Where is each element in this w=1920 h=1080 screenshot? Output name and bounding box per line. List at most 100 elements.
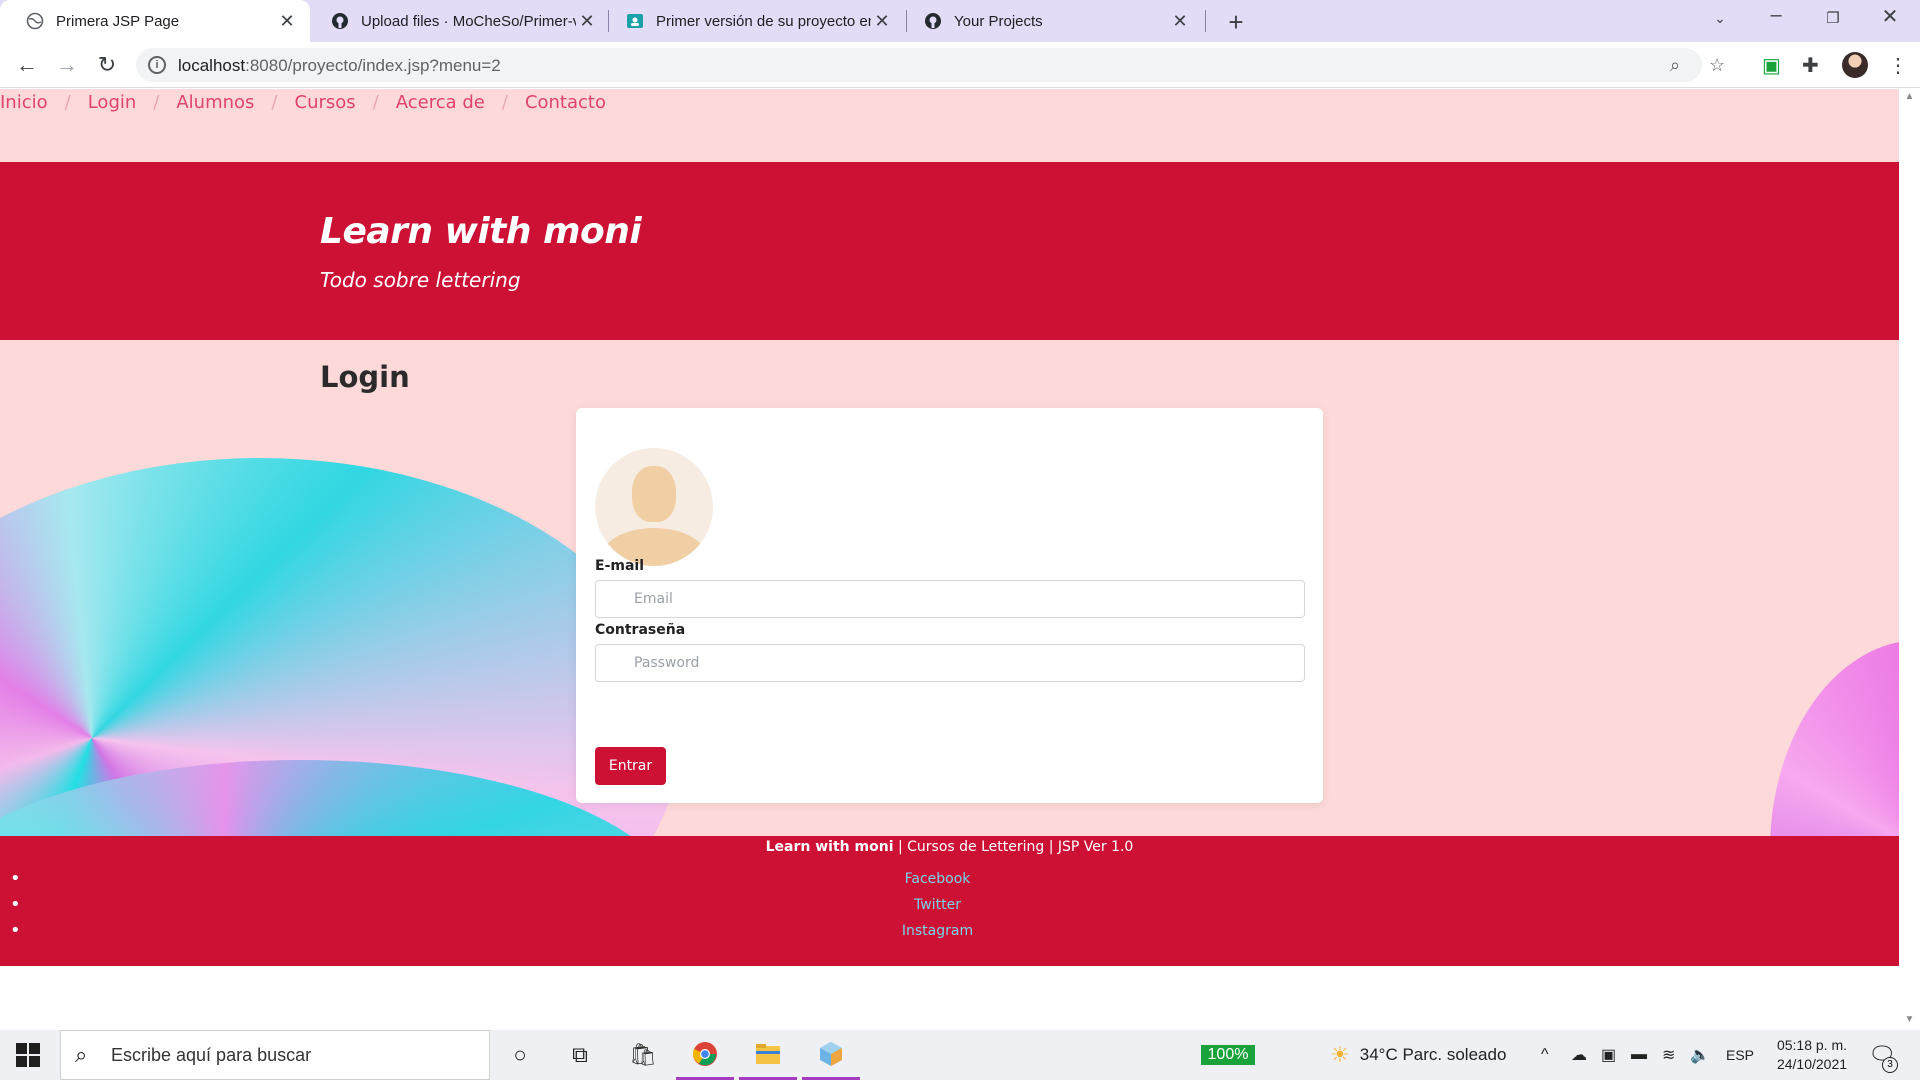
new-tab-button[interactable]: + xyxy=(1222,7,1250,38)
breadcrumb-separator: / xyxy=(271,92,278,113)
windows-start-icon[interactable] xyxy=(16,1043,40,1067)
file-explorer-icon[interactable] xyxy=(739,1030,797,1080)
github-icon xyxy=(924,12,942,30)
password-field[interactable] xyxy=(595,644,1305,682)
classroom-icon xyxy=(626,12,644,30)
notification-count-badge: 3 xyxy=(1882,1057,1898,1073)
page-viewport: Inicio / Login / Alumnos / Cursos / Acer… xyxy=(0,89,1899,1030)
tab-upload-files[interactable]: Upload files · MoCheSo/Primer-v ✕ xyxy=(305,0,610,42)
onedrive-icon[interactable]: ☁ xyxy=(1571,1030,1587,1080)
twitter-link[interactable]: Twitter xyxy=(914,897,961,913)
list-item: Twitter xyxy=(0,894,1899,923)
address-bar[interactable]: i localhost:8080/proyecto/index.jsp?menu… xyxy=(136,48,1725,82)
page-scrollbar[interactable]: ▲ ▼ xyxy=(1899,89,1920,1030)
password-label: Contraseña xyxy=(595,622,686,638)
globe-icon xyxy=(26,12,44,30)
decorative-bubble-image xyxy=(1770,640,1899,836)
forward-arrow-icon[interactable]: → xyxy=(52,50,82,80)
site-info-icon[interactable]: i xyxy=(148,56,166,74)
email-field[interactable] xyxy=(595,580,1305,618)
breadcrumb-separator: / xyxy=(153,92,160,113)
weather-sun-icon: ☀ xyxy=(1330,1042,1350,1067)
close-tab-icon[interactable]: ✕ xyxy=(576,11,598,32)
battery-icon[interactable]: ▬ xyxy=(1631,1030,1647,1080)
breadcrumb-item-contacto[interactable]: Contacto xyxy=(525,92,606,113)
wifi-icon[interactable]: ≋ xyxy=(1662,1030,1675,1080)
back-arrow-icon[interactable]: ← xyxy=(12,50,42,80)
breadcrumb: Inicio / Login / Alumnos / Cursos / Acer… xyxy=(0,92,606,113)
close-tab-icon[interactable]: ✕ xyxy=(871,11,893,32)
breadcrumb-separator: / xyxy=(372,92,379,113)
menu-kebab-icon[interactable]: ⋮ xyxy=(1888,53,1908,78)
breadcrumb-item-alumnos[interactable]: Alumnos xyxy=(176,92,254,113)
weather-widget[interactable]: ☀ 34°C Parc. soleado xyxy=(1330,1030,1506,1080)
scroll-down-icon[interactable]: ▼ xyxy=(1899,1014,1920,1025)
scroll-up-icon[interactable]: ▲ xyxy=(1899,91,1920,102)
footer-brand: Learn with moni xyxy=(765,839,894,855)
windows-taskbar: ⌕ Escribe aquí para buscar ○ ⧉ 🛍 100% ☀ … xyxy=(0,1030,1920,1080)
bookmark-star-icon[interactable]: ☆ xyxy=(1709,55,1725,76)
netbeans-icon[interactable] xyxy=(802,1030,860,1080)
tab-title: Your Projects xyxy=(954,12,1043,30)
tab-primera-jsp-page[interactable]: Primera JSP Page ✕ xyxy=(0,0,310,42)
volume-icon[interactable]: 🔈 xyxy=(1690,1030,1710,1080)
social-links: Facebook Twitter Instagram xyxy=(0,868,1899,949)
url-text[interactable]: localhost:8080/proyecto/index.jsp?menu=2 xyxy=(178,56,501,76)
breadcrumb-item-acerca-de[interactable]: Acerca de xyxy=(396,92,485,113)
tab-search-icon[interactable]: ⌄ xyxy=(1700,10,1740,27)
battery-indicator: 100% xyxy=(1201,1045,1255,1065)
zoom-icon[interactable]: ⌕ xyxy=(1670,55,1680,76)
footer-credits: Learn with moni | Cursos de Lettering | … xyxy=(0,839,1899,855)
restore-button[interactable]: ❐ xyxy=(1813,9,1853,27)
breadcrumb-separator: / xyxy=(501,92,508,113)
site-subtitle: Todo sobre lettering xyxy=(320,268,521,292)
show-hidden-icons-icon[interactable]: ^ xyxy=(1541,1030,1549,1080)
tab-primer-version[interactable]: Primer versión de su proyecto en ✕ xyxy=(600,0,905,42)
login-submit-button[interactable]: Entrar xyxy=(595,747,666,785)
user-avatar-icon xyxy=(595,448,713,566)
taskbar-search-placeholder: Escribe aquí para buscar xyxy=(111,1045,312,1065)
breadcrumb-bar: Inicio / Login / Alumnos / Cursos / Acer… xyxy=(0,89,1899,162)
task-view-icon[interactable]: ⧉ xyxy=(551,1030,609,1080)
taskbar-clock[interactable]: 05:18 p. m. 24/10/2021 xyxy=(1762,1036,1862,1074)
reload-icon[interactable]: ↻ xyxy=(92,50,122,80)
cast-icon[interactable]: ▣ xyxy=(1762,53,1781,78)
store-icon[interactable]: 🛍 xyxy=(614,1030,672,1080)
tab-your-projects[interactable]: Your Projects ✕ xyxy=(898,0,1203,42)
close-tab-icon[interactable]: ✕ xyxy=(1169,11,1191,32)
github-icon xyxy=(331,12,349,30)
email-label: E-mail xyxy=(595,558,645,574)
weather-text: 34°C Parc. soleado xyxy=(1359,1045,1507,1064)
page-title: Login xyxy=(320,360,410,394)
close-tab-icon[interactable]: ✕ xyxy=(276,11,298,32)
profile-avatar[interactable] xyxy=(1842,52,1868,78)
breadcrumb-item-cursos[interactable]: Cursos xyxy=(295,92,356,113)
breadcrumb-separator: / xyxy=(64,92,71,113)
site-footer: Learn with moni | Cursos de Lettering | … xyxy=(0,836,1899,966)
clock-time: 05:18 p. m. xyxy=(1776,1037,1848,1053)
tab-title: Primer versión de su proyecto en xyxy=(656,12,871,30)
instagram-link[interactable]: Instagram xyxy=(902,923,973,939)
browser-tab-strip: Primera JSP Page ✕ Upload files · MoCheS… xyxy=(0,0,1920,42)
taskbar-search[interactable]: ⌕ Escribe aquí para buscar xyxy=(60,1030,490,1080)
breadcrumb-item-inicio[interactable]: Inicio xyxy=(0,92,48,113)
list-item: Facebook xyxy=(0,868,1899,897)
tab-divider xyxy=(1205,10,1206,32)
facebook-link[interactable]: Facebook xyxy=(905,871,971,887)
cortana-icon[interactable]: ○ xyxy=(491,1030,549,1080)
footer-info: | Cursos de Lettering | JSP Ver 1.0 xyxy=(893,839,1134,855)
list-item: Instagram xyxy=(0,920,1899,949)
display-icon[interactable]: ▣ xyxy=(1601,1030,1616,1080)
search-icon: ⌕ xyxy=(75,1042,88,1067)
close-window-button[interactable]: ✕ xyxy=(1870,4,1910,29)
language-indicator[interactable]: ESP xyxy=(1726,1030,1754,1080)
hero-banner: Learn with moni Todo sobre lettering xyxy=(0,162,1899,340)
breadcrumb-item-login[interactable]: Login xyxy=(88,92,137,113)
tab-title: Primera JSP Page xyxy=(56,12,180,30)
chrome-icon[interactable] xyxy=(676,1030,734,1080)
site-title: Learn with moni xyxy=(320,211,642,252)
minimize-button[interactable]: – xyxy=(1756,4,1796,27)
clock-date: 24/10/2021 xyxy=(1776,1056,1848,1072)
extensions-puzzle-icon[interactable]: ✚ xyxy=(1802,53,1819,78)
login-section: Login E-mail Contraseña Entrar xyxy=(0,340,1899,836)
